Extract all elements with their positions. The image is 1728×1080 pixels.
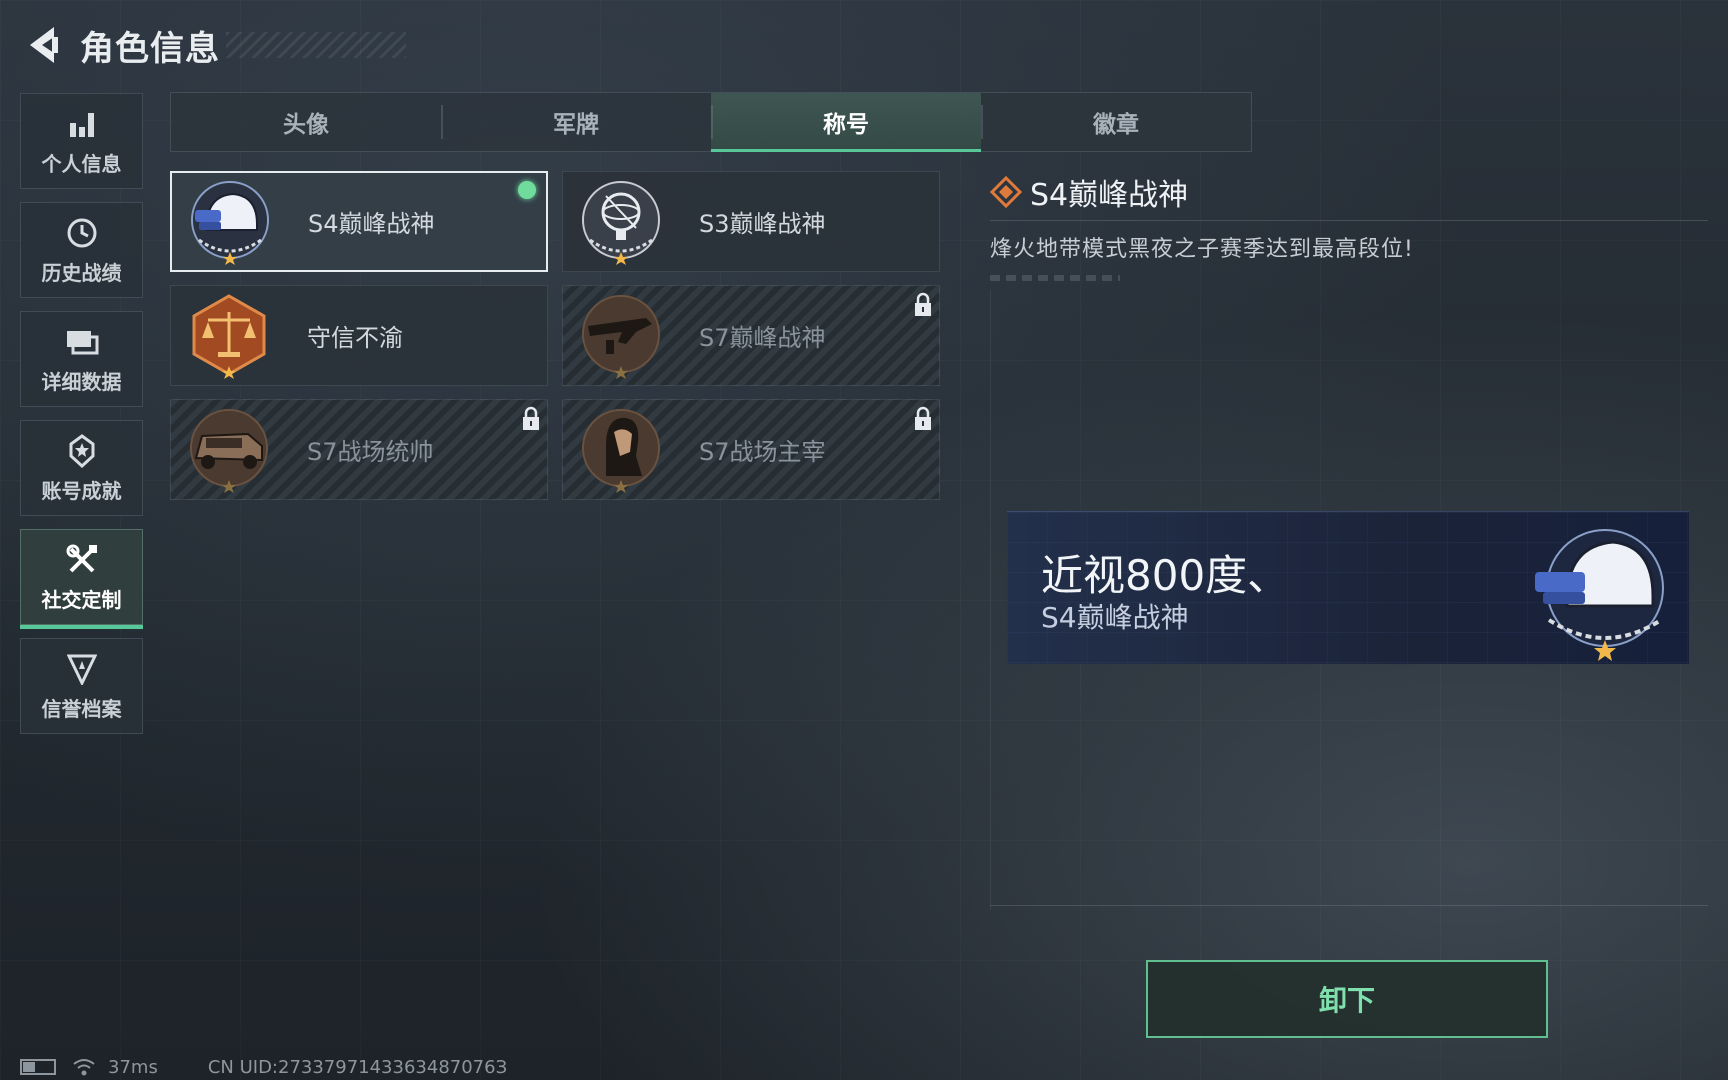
back-arrow-icon: [30, 27, 58, 63]
category-tabs: 头像 军牌 称号 徽章: [170, 92, 1252, 152]
detail-description: 烽火地带模式黑夜之子赛季达到最高段位!: [990, 237, 1414, 262]
ping-text: 37ms: [108, 1056, 158, 1078]
title-preview-banner: 近视800度、 S4巅峰战神: [1007, 511, 1689, 664]
scales-badge-icon: [181, 291, 277, 381]
title-label: S4巅峰战神: [308, 210, 435, 238]
title-label: S7巅峰战神: [699, 324, 826, 352]
wifi-icon: [73, 1059, 95, 1076]
detail-title-name: S4巅峰战神: [1030, 178, 1189, 213]
clock-icon: [64, 215, 100, 251]
unequip-button[interactable]: 卸下: [1146, 960, 1548, 1038]
uid-text: CN UID:2733797143363487076З: [207, 1056, 508, 1078]
lock-icon: [915, 292, 931, 316]
tab-avatar[interactable]: 头像: [171, 93, 441, 151]
title-card-s3-peak[interactable]: S3巅峰战神: [562, 171, 940, 272]
title-label: S7战场统帅: [307, 438, 434, 466]
soldier-badge-icon: [573, 405, 669, 495]
tools-icon: [64, 542, 100, 578]
sidebar-item-label: 账号成就: [41, 478, 122, 503]
sidebar-item-match-history[interactable]: 历史战绩: [20, 202, 143, 298]
title-detail-panel: S4巅峰战神 烽火地带模式黑夜之子赛季达到最高段位!: [990, 170, 1708, 281]
sidebar: 个人信息 历史战绩 详细数据 账号成就 社交定制 信誉档案: [20, 93, 143, 747]
page-title: 角色信息: [80, 28, 220, 69]
folder-icon: [64, 324, 100, 360]
bar-chart-icon: [64, 106, 100, 142]
battery-icon: [20, 1059, 56, 1075]
medal-icon: [64, 433, 100, 469]
lock-icon: [523, 406, 539, 430]
player-title: S4巅峰战神: [1041, 601, 1189, 634]
shield-icon: [64, 651, 100, 687]
helmet-badge-icon: [182, 177, 278, 267]
sidebar-item-label: 历史战绩: [41, 260, 122, 285]
title-label: S3巅峰战神: [699, 210, 826, 238]
diamond-icon: [990, 176, 1022, 208]
vehicle-badge-icon: [181, 405, 277, 495]
divider: [990, 220, 1708, 221]
sidebar-item-social-custom[interactable]: 社交定制: [20, 529, 143, 629]
tab-title[interactable]: 称号: [711, 93, 981, 152]
sidebar-item-label: 详细数据: [41, 369, 122, 394]
detail-header: S4巅峰战神: [990, 170, 1708, 214]
title-decoration: [226, 32, 406, 58]
title-card-s4-peak[interactable]: S4巅峰战神: [170, 171, 548, 272]
page-header: 角色信息: [20, 20, 406, 70]
sidebar-item-label: 个人信息: [41, 151, 122, 176]
title-card-s7-dominator[interactable]: S7战场主宰: [562, 399, 940, 500]
sidebar-item-personal-info[interactable]: 个人信息: [20, 93, 143, 189]
sidebar-item-label: 社交定制: [41, 587, 122, 612]
player-name: 近视800度、: [1041, 551, 1290, 600]
sidebar-item-detailed-data[interactable]: 详细数据: [20, 311, 143, 407]
sidebar-item-reputation[interactable]: 信誉档案: [20, 638, 143, 734]
title-label: 守信不渝: [307, 324, 403, 352]
title-card-honor[interactable]: 守信不渝: [170, 285, 548, 386]
status-bar: 37ms CN UID:2733797143363487076З: [20, 1056, 507, 1078]
sidebar-item-achievements[interactable]: 账号成就: [20, 420, 143, 516]
divider: [990, 275, 1120, 281]
rifle-badge-icon: [573, 291, 669, 381]
tab-dogtag[interactable]: 军牌: [441, 93, 711, 151]
helmet-badge-icon: [1535, 529, 1664, 661]
back-button[interactable]: [20, 23, 64, 67]
lock-icon: [915, 406, 931, 430]
title-label: S7战场主宰: [699, 438, 826, 466]
sidebar-item-label: 信誉档案: [41, 696, 122, 721]
title-card-s7-commander[interactable]: S7战场统帅: [170, 399, 548, 500]
tab-badge[interactable]: 徽章: [981, 93, 1251, 151]
title-card-s7-peak[interactable]: S7巅峰战神: [562, 285, 940, 386]
astrolabe-badge-icon: [573, 177, 669, 267]
equipped-indicator: [518, 181, 536, 199]
divider: [990, 905, 1708, 906]
